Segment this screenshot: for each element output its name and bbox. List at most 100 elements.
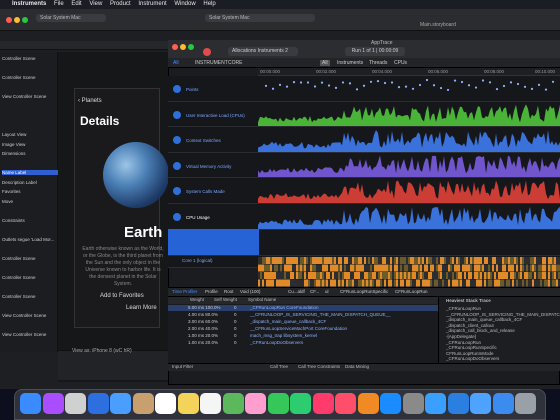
stack-frame[interactable]: _dispatch_main_queue_callback_4CF bbox=[446, 317, 522, 322]
cpu-usage-track-selected[interactable] bbox=[168, 229, 259, 255]
outline-item[interactable]: View Controller Scene bbox=[2, 313, 46, 318]
stack-frame[interactable]: _CFRunLoopRun bbox=[446, 340, 481, 345]
outline-item[interactable]: Name Label bbox=[2, 170, 58, 175]
menu-view[interactable]: View bbox=[89, 1, 102, 7]
outline-item[interactable]: Controller Scene bbox=[2, 275, 36, 280]
target-selector[interactable]: Allocations Instruments 2 bbox=[228, 47, 298, 56]
outline-item[interactable]: Description Label bbox=[2, 180, 37, 185]
zoom-icon[interactable] bbox=[22, 17, 28, 23]
path-item[interactable]: ul bbox=[325, 289, 329, 294]
outline-item[interactable]: Controller Scene bbox=[2, 56, 36, 61]
outline-item[interactable]: Favorites bbox=[2, 189, 21, 194]
tab-instruments[interactable]: Instruments bbox=[337, 60, 363, 66]
track-graphs[interactable] bbox=[258, 76, 560, 257]
outline-item[interactable]: Image View bbox=[2, 142, 25, 147]
time-ruler[interactable] bbox=[258, 68, 560, 76]
data-mining-button[interactable]: Data Mining bbox=[345, 364, 369, 369]
stack-frame[interactable]: __CFRUNLOOP_IS_SERVICING_THE_MAIN_DISPAT… bbox=[446, 312, 560, 317]
xcode-icon[interactable] bbox=[425, 393, 446, 414]
photos-icon[interactable] bbox=[245, 393, 266, 414]
outline-item[interactable]: Outlets segue 'Load Mor... bbox=[2, 237, 54, 242]
core-timelines[interactable] bbox=[258, 257, 560, 287]
filter-all[interactable]: All bbox=[320, 60, 330, 66]
path-root[interactable]: Root bbox=[224, 289, 234, 294]
menu-help[interactable]: Help bbox=[203, 1, 215, 7]
outline-item[interactable]: Constraints bbox=[2, 218, 25, 223]
tab-cpus[interactable]: CPUs bbox=[394, 60, 407, 66]
name-label[interactable]: Earth bbox=[124, 224, 162, 241]
outline-item[interactable]: Move bbox=[2, 199, 13, 204]
outline-item[interactable]: Controller Scene bbox=[2, 75, 36, 80]
favorites-button[interactable]: Add to Favorites bbox=[100, 293, 144, 299]
table-row[interactable]: 1.00 ms 20.0% 0 _CFRunLoopDoObservers bbox=[168, 340, 438, 346]
launchpad-icon[interactable] bbox=[65, 393, 86, 414]
menu-window[interactable]: Window bbox=[174, 1, 195, 7]
inst-zoom-icon[interactable] bbox=[188, 44, 194, 50]
books-icon[interactable] bbox=[357, 393, 379, 414]
path-time-profiler[interactable]: Time Profiler bbox=[172, 289, 197, 294]
filter-all-button[interactable]: All bbox=[173, 60, 179, 66]
stack-frame[interactable]: _dispatch_client_callout bbox=[446, 323, 494, 328]
path-item[interactable]: Cu...aldf bbox=[288, 289, 305, 294]
input-filter[interactable]: Input Filter bbox=[172, 364, 193, 369]
view-as-label[interactable]: View as: iPhone 8 (wC hR) bbox=[72, 348, 132, 354]
run-selector[interactable]: Run 1 of 1 | 00:00:09 bbox=[345, 47, 405, 56]
music-icon[interactable] bbox=[335, 393, 356, 414]
stack-frame[interactable]: CFRunLoopRunInMode bbox=[446, 351, 494, 356]
close-icon[interactable] bbox=[6, 17, 12, 23]
path-profile[interactable]: Profile bbox=[205, 289, 218, 294]
stack-frame[interactable]: _CFRunLoopRunSpecific bbox=[446, 345, 497, 350]
outline-item[interactable]: View Controller Scene bbox=[2, 332, 46, 337]
menu-instruments[interactable]: Instruments bbox=[12, 1, 46, 7]
stack-frame[interactable]: _dispatch_call_block_and_release bbox=[446, 328, 515, 333]
col-weight[interactable]: Weight bbox=[190, 297, 204, 302]
stack-frame[interactable]: _CFRunLoopRun bbox=[446, 306, 481, 311]
filter-core[interactable]: CORE bbox=[228, 60, 242, 66]
table-row[interactable]: 4.00 ms 80.0% 0 __CFRUNLOOP_IS_SERVICING_T… bbox=[168, 312, 438, 318]
contacts-icon[interactable] bbox=[132, 393, 154, 414]
call-tree-constraints-button[interactable]: Call Tree Constraints bbox=[298, 364, 340, 369]
instruments-icon[interactable] bbox=[447, 393, 469, 414]
maps-icon[interactable] bbox=[222, 393, 244, 414]
learn-more-button[interactable]: Learn More bbox=[126, 305, 157, 311]
menu-instrument[interactable]: Instrument bbox=[138, 1, 166, 7]
menu-product[interactable]: Product bbox=[110, 1, 131, 7]
call-tree-button[interactable]: Call Tree bbox=[270, 364, 288, 369]
mail-icon[interactable] bbox=[110, 393, 131, 414]
facetime-icon[interactable] bbox=[290, 393, 311, 414]
notes-icon[interactable] bbox=[177, 393, 199, 414]
outline-item[interactable]: Controller Scene bbox=[2, 294, 36, 299]
table-row[interactable]: 5.00 ms 100.0% 0 _CFRunLoopRun CoreFoundat… bbox=[168, 305, 438, 311]
reminders-icon[interactable] bbox=[200, 393, 221, 414]
record-button[interactable] bbox=[203, 48, 211, 56]
outline-item[interactable]: Layout View bbox=[2, 132, 26, 137]
path-item[interactable]: CFRunLoopRun bbox=[395, 289, 428, 294]
path-void[interactable]: Void (100) bbox=[240, 289, 261, 294]
trash-icon[interactable] bbox=[515, 393, 536, 414]
minimize-icon[interactable] bbox=[14, 17, 20, 23]
siri-icon[interactable] bbox=[42, 393, 64, 414]
tab-threads[interactable]: Threads bbox=[369, 60, 387, 66]
col-symbol[interactable]: Symbol Name bbox=[248, 297, 276, 302]
stack-frame[interactable]: _CFRunLoopDoObservers bbox=[446, 356, 499, 361]
calendar-icon[interactable] bbox=[155, 393, 176, 414]
col-self-weight[interactable]: Self Weight bbox=[214, 297, 237, 302]
outline-item[interactable]: Dimensions bbox=[2, 151, 26, 156]
filter-instrument[interactable]: INSTRUMENT bbox=[195, 60, 228, 66]
finder-folder-icon[interactable] bbox=[470, 393, 491, 414]
finder-icon[interactable] bbox=[20, 393, 41, 414]
messages-icon[interactable] bbox=[267, 393, 289, 414]
appstore-icon[interactable] bbox=[380, 393, 401, 414]
scheme-selector[interactable]: Solar System Mac bbox=[36, 14, 106, 22]
safari-icon[interactable] bbox=[87, 393, 109, 414]
path-item[interactable]: CFRunLoopRunSpecific bbox=[340, 289, 388, 294]
table-row[interactable]: 1.00 ms 20.0% 0 mach_msg_trap libsystem_ke… bbox=[168, 333, 438, 339]
itunes-icon[interactable] bbox=[312, 393, 334, 414]
inst-close-icon[interactable] bbox=[172, 44, 178, 50]
stack-frame[interactable]: -[AppDelegate] bbox=[446, 334, 476, 339]
preferences-icon[interactable] bbox=[402, 393, 424, 414]
table-row[interactable]: 2.00 ms 40.0% 0 __CFRunLoopServiceMachPort… bbox=[168, 326, 438, 332]
outline-item[interactable]: View Controller Scene bbox=[2, 94, 46, 99]
back-button[interactable]: ‹ Planets bbox=[78, 98, 102, 104]
downloads-icon[interactable] bbox=[492, 393, 514, 414]
